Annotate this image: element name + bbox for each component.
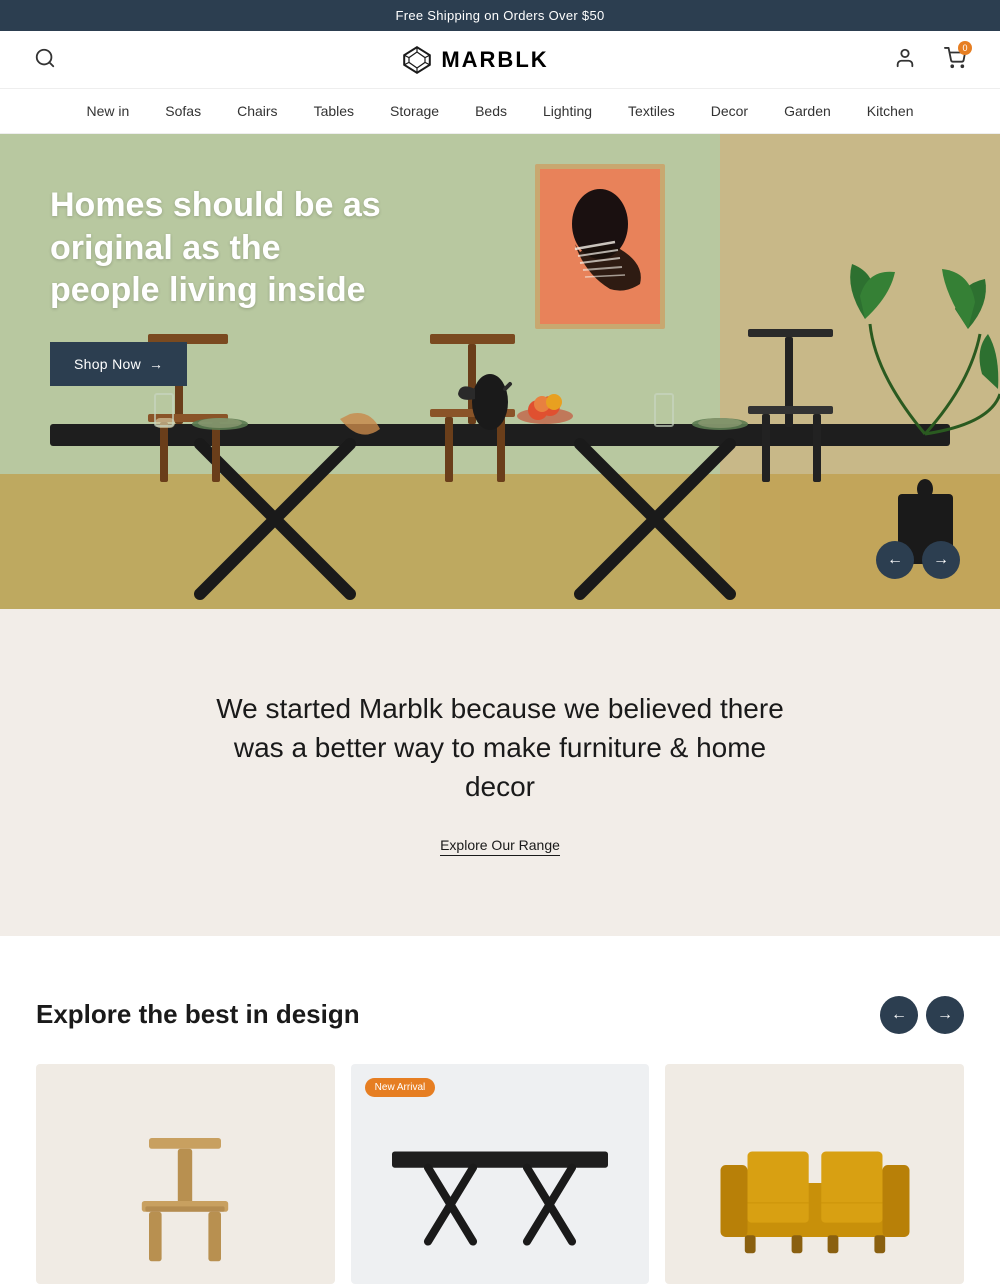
- cart-count: 0: [958, 41, 972, 55]
- header: MARBLK 0: [0, 31, 1000, 89]
- hero-title: Homes should be as original as the peopl…: [50, 184, 390, 312]
- hero-section: Homes should be as original as the peopl…: [0, 134, 1000, 609]
- nav-item-decor[interactable]: Decor: [711, 103, 748, 119]
- prev-arrow-icon: ←: [887, 551, 903, 569]
- product-card-1-inner: [36, 1064, 335, 1284]
- user-icon: [894, 47, 916, 69]
- hero-next-button[interactable]: →: [922, 541, 960, 579]
- nav-item-tables[interactable]: Tables: [314, 103, 354, 119]
- shop-now-label: Shop Now: [74, 356, 141, 372]
- products-prev-icon: ←: [891, 1006, 907, 1024]
- search-button[interactable]: [30, 43, 60, 76]
- nav-item-sofas[interactable]: Sofas: [165, 103, 201, 119]
- header-right: 0: [890, 43, 970, 76]
- nav-item-garden[interactable]: Garden: [784, 103, 831, 119]
- nav-item-new-in[interactable]: New in: [86, 103, 129, 119]
- nav-item-beds[interactable]: Beds: [475, 103, 507, 119]
- new-arrival-badge: New Arrival: [365, 1078, 436, 1097]
- products-next-icon: →: [937, 1006, 953, 1024]
- hero-prev-button[interactable]: ←: [876, 541, 914, 579]
- account-button[interactable]: [890, 43, 920, 76]
- product-card-3[interactable]: [665, 1064, 964, 1284]
- nav-item-storage[interactable]: Storage: [390, 103, 439, 119]
- hero-content: Homes should be as original as the peopl…: [50, 184, 390, 386]
- products-grid: New Arrival: [36, 1064, 964, 1284]
- logo-icon: [401, 44, 433, 76]
- product-card-1[interactable]: [36, 1064, 335, 1284]
- nav-item-chairs[interactable]: Chairs: [237, 103, 277, 119]
- nav-item-lighting[interactable]: Lighting: [543, 103, 592, 119]
- shop-now-button[interactable]: Shop Now →: [50, 342, 187, 386]
- top-banner: Free Shipping on Orders Over $50: [0, 0, 1000, 31]
- product-card-2[interactable]: New Arrival: [351, 1064, 650, 1284]
- logo-text: MARBLK: [441, 47, 548, 73]
- chair-product-image: [95, 1084, 275, 1264]
- search-icon: [34, 47, 56, 69]
- hero-arrows: ← →: [876, 541, 960, 579]
- mission-section: We started Marblk because we believed th…: [0, 609, 1000, 936]
- product-card-3-inner: [665, 1064, 964, 1284]
- sofa-product-image: [705, 1084, 925, 1264]
- next-arrow-icon: →: [933, 551, 949, 569]
- main-nav: New in Sofas Chairs Tables Storage Beds …: [0, 89, 1000, 134]
- products-header: Explore the best in design ← →: [36, 996, 964, 1034]
- mission-text: We started Marblk because we believed th…: [200, 689, 800, 807]
- products-section: Explore the best in design ← →: [0, 936, 1000, 1284]
- product-card-2-inner: New Arrival: [351, 1064, 650, 1284]
- arrow-right-icon: →: [149, 356, 163, 372]
- products-arrows: ← →: [880, 996, 964, 1034]
- nav-item-textiles[interactable]: Textiles: [628, 103, 675, 119]
- products-section-title: Explore the best in design: [36, 999, 360, 1030]
- header-left: [30, 43, 60, 76]
- banner-text: Free Shipping on Orders Over $50: [395, 8, 604, 23]
- products-next-button[interactable]: →: [926, 996, 964, 1034]
- products-prev-button[interactable]: ←: [880, 996, 918, 1034]
- table-product-image: [360, 1084, 640, 1264]
- logo[interactable]: MARBLK: [401, 44, 548, 76]
- cart-button[interactable]: 0: [940, 43, 970, 76]
- nav-item-kitchen[interactable]: Kitchen: [867, 103, 914, 119]
- explore-range-link[interactable]: Explore Our Range: [440, 837, 560, 856]
